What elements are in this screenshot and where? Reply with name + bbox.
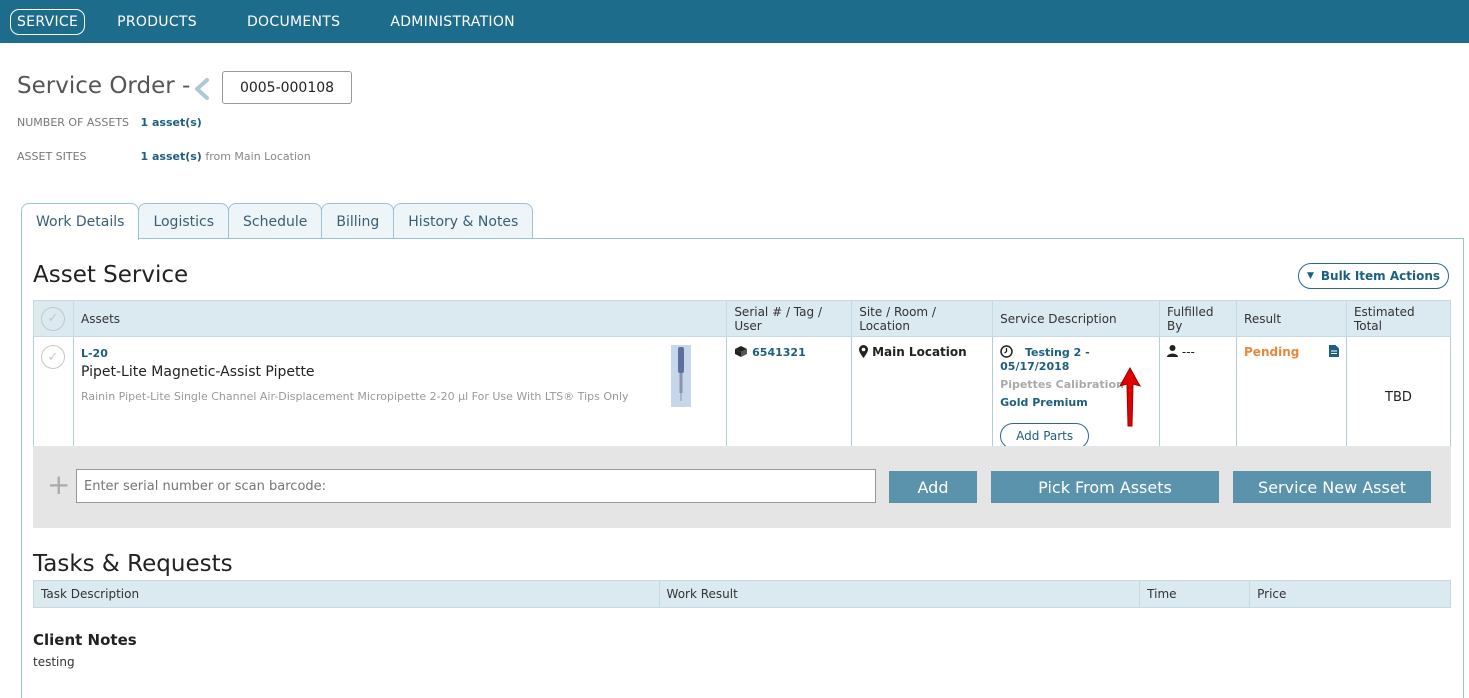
tab-logistics[interactable]: Logistics (138, 203, 229, 239)
asset-service-title: Asset Service (33, 262, 189, 288)
column-result: Result (1236, 300, 1347, 337)
column-time: Time (1139, 580, 1251, 608)
asset-code[interactable]: L-20 (81, 347, 629, 360)
fulfilled-by-value: --- (1181, 345, 1195, 359)
column-price: Price (1249, 580, 1451, 608)
plus-icon: + (47, 468, 71, 501)
nav-documents[interactable]: DOCUMENTS (241, 10, 346, 34)
pipette-icon (678, 347, 685, 401)
result-cell: Pending (1236, 336, 1347, 458)
tasks-requests-title: Tasks & Requests (33, 551, 233, 577)
asset-sites-row: ASSET SITES 1 asset(s) from Main Locatio… (17, 150, 311, 163)
bulk-item-actions-button[interactable]: ▼ Bulk Item Actions (1298, 263, 1449, 289)
tab-history-notes[interactable]: History & Notes (393, 203, 534, 239)
result-status: Pending (1244, 345, 1300, 359)
nav-administration[interactable]: ADMINISTRATION (384, 10, 521, 34)
number-of-assets-value[interactable]: 1 asset(s) (141, 116, 202, 129)
tasks-table: Task Description Work Result Time Price (33, 580, 1451, 608)
document-icon[interactable] (1328, 345, 1339, 360)
pick-from-assets-button[interactable]: Pick From Assets (991, 471, 1219, 503)
nav-products[interactable]: PRODUCTS (111, 10, 203, 34)
table-row: ✓ L-20 Pipet-Lite Magnetic-Assist Pipett… (33, 336, 1452, 458)
column-fulfilled-by: Fulfilled By (1159, 300, 1238, 337)
top-navigation: SERVICE PRODUCTS DOCUMENTS ADMINISTRATIO… (0, 0, 1469, 43)
user-icon (1167, 345, 1182, 359)
location-cell: Main Location (851, 336, 994, 458)
tab-bar: Work Details Logistics Schedule Billing … (21, 203, 534, 240)
column-service-description: Service Description (992, 300, 1161, 337)
row-checkbox[interactable]: ✓ (41, 345, 65, 369)
column-task-description: Task Description (33, 580, 660, 608)
chevron-left-icon[interactable] (192, 78, 212, 100)
tab-billing[interactable]: Billing (321, 203, 395, 239)
asset-cell: L-20 Pipet-Lite Magnetic-Assist Pipette … (72, 336, 728, 458)
number-of-assets-label: NUMBER OF ASSETS (17, 116, 130, 129)
order-number-field[interactable]: 0005-000108 (222, 71, 352, 104)
service-new-asset-button[interactable]: Service New Asset (1233, 471, 1431, 503)
asset-sites-sub: from Main Location (205, 150, 311, 163)
pipette-thumbnail (671, 345, 692, 407)
row-select-cell: ✓ (33, 336, 74, 458)
red-arrow-annotation (1118, 366, 1142, 427)
location-name: Main Location (872, 345, 967, 359)
tasks-table-header: Task Description Work Result Time Price (33, 580, 1451, 608)
number-of-assets-row: NUMBER OF ASSETS 1 asset(s) (17, 116, 202, 129)
column-serial: Serial # / Tag / User (726, 300, 853, 337)
asset-name: Pipet-Lite Magnetic-Assist Pipette (80, 364, 315, 380)
clock-icon (1000, 345, 1025, 359)
tab-schedule[interactable]: Schedule (228, 203, 323, 239)
asset-description: Rainin Pipet-Lite Single Channel Air-Dis… (80, 390, 629, 403)
asset-sites-value[interactable]: 1 asset(s) (141, 150, 202, 163)
client-notes-title: Client Notes (33, 631, 137, 649)
column-assets: Assets (72, 300, 728, 337)
add-button[interactable]: Add (889, 471, 977, 503)
client-notes-text: testing (33, 655, 75, 669)
estimated-total: TBD (1345, 336, 1452, 458)
select-all-cell[interactable]: ✓ (33, 300, 74, 337)
box-icon (734, 345, 752, 359)
column-work-result: Work Result (658, 580, 1141, 608)
asset-sites-label: ASSET SITES (17, 150, 87, 163)
caret-down-icon: ▼ (1306, 271, 1314, 281)
column-site: Site / Room / Location (851, 300, 994, 337)
select-all-checkbox[interactable]: ✓ (41, 306, 65, 331)
fulfilled-by-cell: --- (1159, 336, 1238, 458)
nav-service[interactable]: SERVICE (10, 8, 86, 35)
serial-number[interactable]: 6541321 (752, 346, 806, 359)
serial-cell: 6541321 (726, 336, 853, 458)
bulk-item-actions-label: Bulk Item Actions (1320, 269, 1441, 283)
tab-work-details[interactable]: Work Details (21, 203, 140, 240)
page-title: Service Order - (17, 73, 191, 99)
column-estimated-total: Estimated Total (1345, 300, 1452, 337)
serial-input[interactable] (76, 469, 876, 503)
assets-table: ✓ Assets Serial # / Tag / User Site / Ro… (33, 300, 1452, 458)
assets-table-header: ✓ Assets Serial # / Tag / User Site / Ro… (33, 300, 1452, 337)
map-marker-icon (859, 345, 872, 359)
